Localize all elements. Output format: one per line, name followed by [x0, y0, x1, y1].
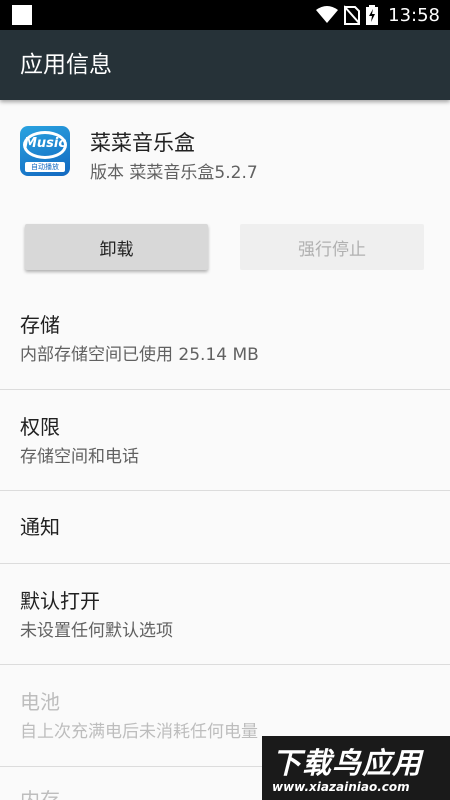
toolbar: 应用信息	[0, 30, 450, 100]
setting-title: 通知	[20, 515, 60, 539]
watermark-title: 下载鸟应用	[272, 746, 423, 780]
watermark-url: www.xiazainiao.com	[272, 780, 410, 794]
app-name: 菜菜音乐盒	[90, 131, 195, 155]
app-header: Music 自动播放 菜菜音乐盒 版本 菜菜音乐盒5.2.7	[0, 100, 450, 210]
status-time: 13:58	[388, 4, 440, 26]
force-stop-button: 强行停止	[240, 224, 424, 270]
setting-permissions[interactable]: 权限 存储空间和电话	[0, 390, 450, 490]
app-icon: Music 自动播放	[20, 126, 70, 176]
status-icons: 13:58	[316, 0, 440, 30]
battery-charging-icon	[366, 5, 379, 25]
page-title: 应用信息	[20, 52, 112, 78]
setting-storage[interactable]: 存储 内部存储空间已使用 25.14 MB	[0, 296, 450, 388]
notification-square-icon	[12, 5, 32, 25]
app-version: 版本 菜菜音乐盒5.2.7	[90, 163, 258, 183]
setting-title: 存储	[20, 313, 60, 337]
setting-open-by-default[interactable]: 默认打开 未设置任何默认选项	[0, 564, 450, 664]
app-icon-text: Music	[23, 136, 67, 151]
uninstall-button[interactable]: 卸载	[25, 224, 208, 270]
setting-summary: 自上次充满电后未消耗任何电量	[20, 722, 258, 742]
no-sim-icon	[344, 5, 361, 25]
setting-title: 内存	[20, 788, 60, 800]
setting-summary: 内部存储空间已使用 25.14 MB	[20, 345, 259, 365]
setting-title: 默认打开	[20, 589, 100, 613]
watermark-logo: 下载鸟应用 www.xiazainiao.com	[262, 736, 450, 800]
wifi-icon	[316, 6, 339, 24]
setting-notifications[interactable]: 通知	[0, 491, 450, 563]
app-icon-subtext: 自动播放	[25, 162, 65, 172]
setting-summary: 未设置任何默认选项	[20, 621, 173, 641]
status-bar: 13:58	[0, 0, 450, 30]
setting-summary: 存储空间和电话	[20, 447, 139, 467]
setting-title: 电池	[20, 690, 60, 714]
setting-title: 权限	[20, 415, 60, 439]
